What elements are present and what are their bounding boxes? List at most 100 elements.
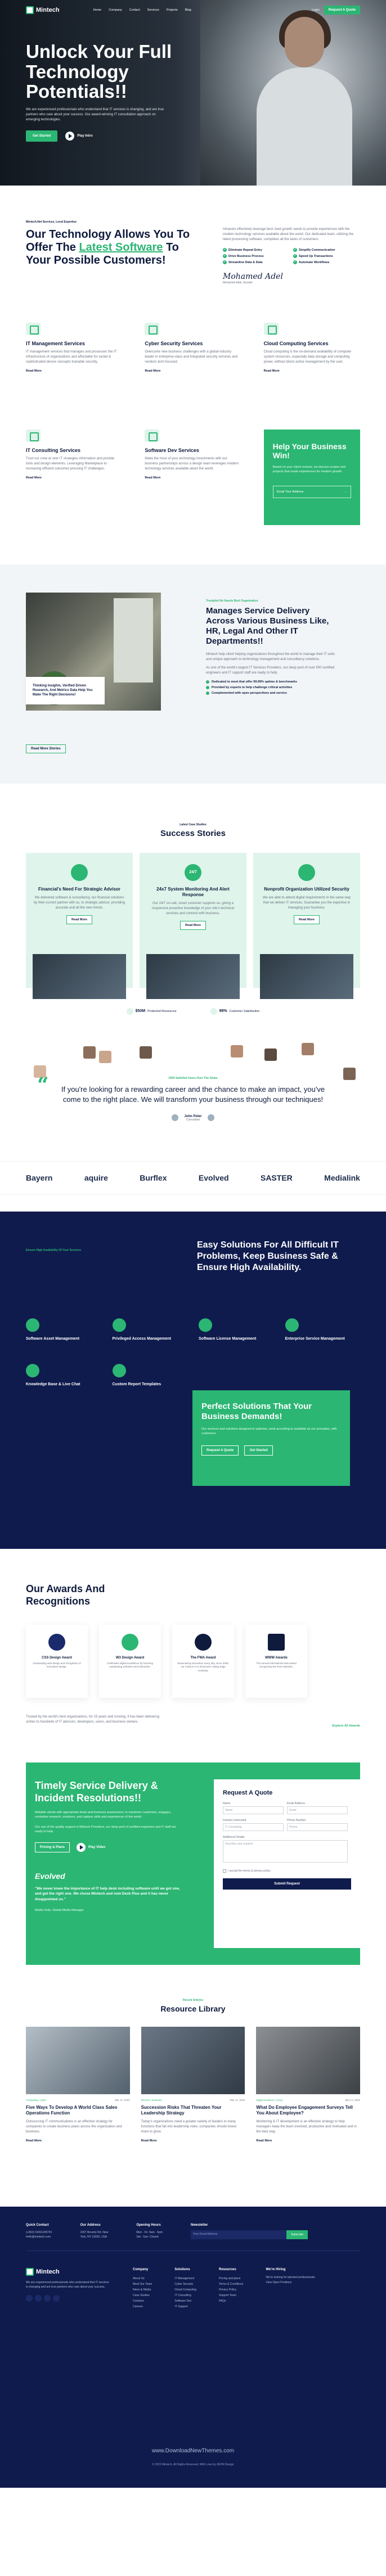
footer-link[interactable]: Support Team (219, 2293, 243, 2298)
menu-item-blog[interactable]: Blog (185, 8, 191, 12)
twitter-icon[interactable] (35, 2294, 42, 2302)
case-read-more-button[interactable]: Read More (66, 915, 93, 924)
service-icon (285, 1318, 299, 1332)
linkedin-icon[interactable] (44, 2294, 51, 2302)
service-text: Trust our crew at over IT strategies inf… (26, 457, 115, 471)
play-video-button[interactable]: Play Video (77, 1842, 106, 1852)
case-text: We are able to attend digital requiremen… (262, 896, 351, 910)
avatar-thumb[interactable] (172, 1114, 179, 1122)
menu-item-company[interactable]: Company (109, 8, 122, 12)
explore-awards-link[interactable]: Explore All Awards (332, 1724, 360, 1728)
case-read-more-button[interactable]: Read More (179, 920, 207, 930)
get-started-button[interactable]: Get Started (26, 130, 58, 142)
subscribe-button[interactable]: Subscribe (286, 2230, 308, 2239)
footer-address: Our Address 2307 Beverly Rd, New York, NY … (80, 2224, 109, 2239)
request-quote-button[interactable]: Request A Quote (201, 1445, 239, 1456)
footer-link[interactable]: IT Management (174, 2276, 196, 2281)
post-category[interactable]: Digital Solutions, Cloud (256, 2099, 282, 2102)
footer-link[interactable]: About Us (133, 2276, 152, 2281)
menu-item-contact[interactable]: Contact (129, 8, 140, 12)
blog-post[interactable]: Digital Solutions, Cloud Mar 17, 2022 What… (256, 2026, 361, 2143)
menu-item-services[interactable]: Services (147, 8, 159, 12)
submit-request-button[interactable]: Submit Request (223, 1878, 351, 1890)
read-more-link[interactable]: Read More (141, 2139, 245, 2143)
instagram-icon[interactable] (53, 2294, 60, 2302)
post-title[interactable]: Succession Risks That Threaten Your Lead… (141, 2105, 245, 2117)
blog-post[interactable]: Computing, Cyber Mar 17, 2022 Five Ways To… (26, 2026, 130, 2143)
newsletter-input[interactable]: Your Email Address (191, 2230, 287, 2239)
phone-field[interactable]: Phone (287, 1823, 348, 1831)
footer-link[interactable]: Contacts (133, 2298, 152, 2304)
name-field[interactable]: Name (223, 1806, 284, 1814)
get-started-button[interactable]: Get Started (244, 1445, 273, 1456)
case-card: Financial's Need For Strategic Advisor We… (26, 852, 133, 999)
menu-item-projects[interactable]: Projects (167, 8, 178, 12)
read-more-link[interactable]: Read More (26, 369, 122, 373)
post-title[interactable]: What Do Employee Engagement Surveys Tell… (256, 2105, 360, 2117)
service-title: Cloud Computing Services (263, 340, 329, 346)
service-card[interactable]: Cloud Computing Services Cloud computing … (263, 322, 360, 407)
read-stories-link[interactable]: Read More Stories (26, 744, 66, 753)
details-textarea[interactable]: Describe your request (223, 1840, 348, 1863)
awards-text: Trusted by the world's best organization… (26, 1715, 160, 1724)
post-category[interactable]: Computing, Cyber (26, 2099, 46, 2102)
phone-link[interactable]: (+002) 01061245741 (26, 2230, 52, 2235)
service-card[interactable]: IT Management Services IT management serv… (26, 322, 122, 407)
login-link[interactable]: Login (312, 8, 319, 12)
email-field[interactable]: Email (287, 1806, 348, 1814)
footer-link[interactable]: Cyber Security (174, 2281, 196, 2287)
footer-link[interactable]: Meet Our Team (133, 2281, 152, 2287)
consulting-icon (26, 429, 41, 442)
footer-col-heading: Solutions (174, 2267, 190, 2271)
success-section: Latest Case Studies Success Stories Fina… (0, 784, 386, 1015)
read-more-link[interactable]: Read More (26, 476, 122, 480)
footer-link[interactable]: Privacy Policy (219, 2287, 243, 2293)
read-more-link[interactable]: Read More (26, 2139, 130, 2143)
solution-item: Knowledge Base & Live Chat (26, 1363, 101, 1387)
client-logos: Bayern aquire Burflex Evolved SASTER Med… (0, 1160, 386, 1195)
footer-link[interactable]: IT Support (174, 2304, 196, 2310)
email-field[interactable]: Email Your Address → (272, 485, 351, 498)
footer-logo[interactable]: Mintech (26, 2267, 110, 2276)
menu-item-home[interactable]: Home (93, 8, 102, 12)
footer-link[interactable]: IT Consulting (174, 2293, 196, 2298)
watermark: www.DownloadNewThemes.com (151, 2447, 235, 2454)
open-positions-link[interactable]: View Open Positions (266, 2280, 316, 2285)
footer-link[interactable]: Cloud Computing (174, 2287, 196, 2293)
check-item: Automate Workflows (293, 260, 358, 264)
footer-link[interactable]: News & Media (133, 2287, 152, 2293)
post-title[interactable]: Five Ways To Develop A World Class Sales… (26, 2105, 130, 2117)
pricing-plans-button[interactable]: Pricing & Plans (35, 1842, 70, 1852)
footer-link[interactable]: Careers (133, 2304, 152, 2310)
read-more-link[interactable]: Read More (145, 369, 241, 373)
service-card[interactable]: Cyber Security Services Overcome new busi… (145, 322, 241, 407)
footer-link[interactable]: Software Dev (174, 2298, 196, 2304)
industry-select[interactable]: IT Consulting (223, 1823, 284, 1831)
consent-checkbox[interactable] (223, 1869, 226, 1873)
footer-link[interactable]: Pricing and plans (219, 2276, 243, 2281)
post-image (26, 2026, 130, 2094)
facebook-icon[interactable] (26, 2294, 33, 2302)
avatar-thumb[interactable] (207, 1114, 214, 1122)
footer-contact: Quick Contact (+002) 01061245741 hello@min… (26, 2224, 52, 2239)
play-video-label: Play Video (88, 1845, 106, 1849)
play-intro-button[interactable]: Play Intro (65, 131, 93, 141)
awards-section: Our Awards And Recognitions CSS Design A… (0, 1549, 386, 1762)
blog-post[interactable]: Devices, Networks Mar 17, 2022 Succession … (141, 2026, 245, 2143)
service-card[interactable]: Software Dev Services Make the most of yo… (145, 429, 241, 514)
post-category[interactable]: Devices, Networks (141, 2099, 162, 2102)
read-more-link[interactable]: Read More (256, 2139, 360, 2143)
brand-logo[interactable]: Mintech (26, 6, 60, 14)
award-name: W3 Design Award (115, 1656, 145, 1660)
address-line: York, NY 10026, USA (80, 2235, 107, 2239)
footer-link[interactable]: Case Studies (133, 2293, 152, 2298)
read-more-link[interactable]: Read More (145, 476, 241, 480)
arrow-right-icon[interactable]: → (344, 490, 347, 494)
email-link[interactable]: hello@mintech.com (26, 2235, 52, 2239)
service-card[interactable]: IT Consulting Services Trust our crew at … (26, 429, 122, 514)
read-more-link[interactable]: Read More (264, 369, 360, 373)
request-quote-button[interactable]: Request A Quote (324, 6, 360, 15)
footer-link[interactable]: Terms & Conditions (219, 2281, 243, 2287)
case-read-more-button[interactable]: Read More (293, 915, 320, 924)
footer-link[interactable]: FAQs (219, 2298, 243, 2304)
